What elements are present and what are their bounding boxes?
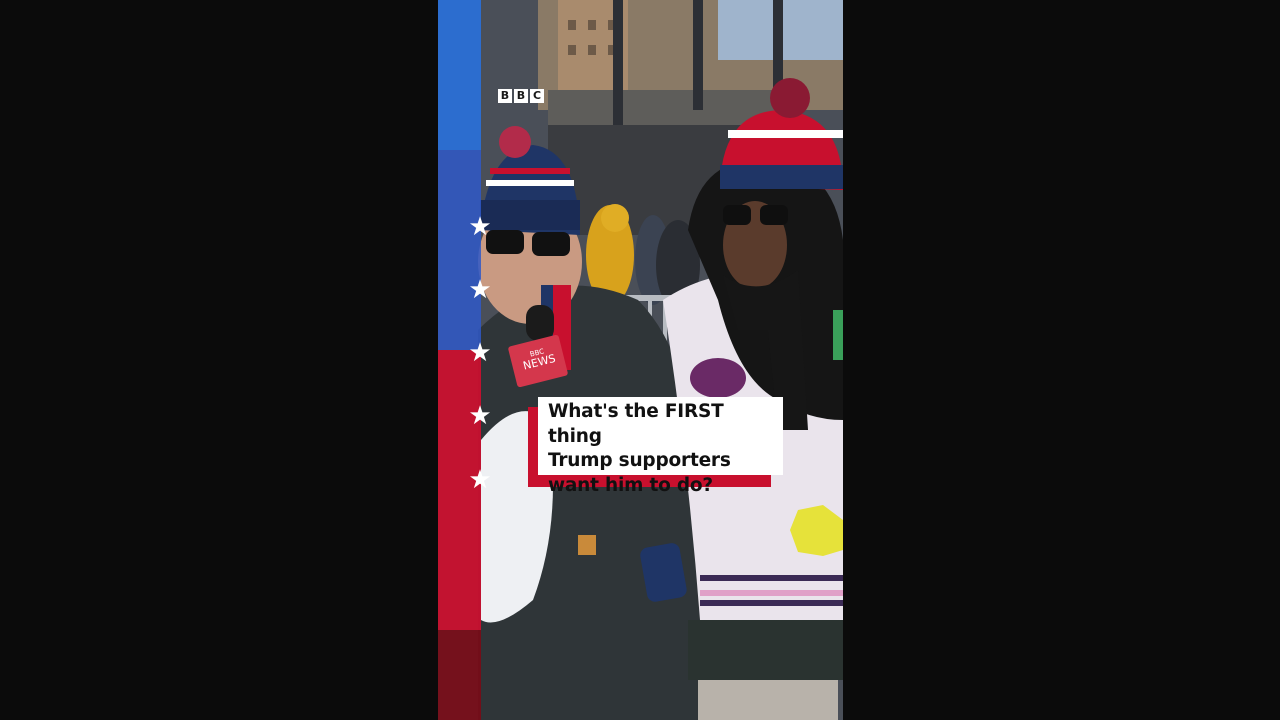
- bbc-logo: B B C: [498, 89, 544, 103]
- caption-panel: What's the FIRST thing Trump supporters …: [538, 397, 783, 496]
- star-icon: ★: [468, 465, 492, 495]
- star-icon: ★: [468, 401, 492, 431]
- caption-line: Trump supporters: [548, 450, 731, 471]
- street-interview-photo: [438, 0, 843, 720]
- bbc-logo-letter: C: [530, 89, 544, 103]
- caption-line: want him to do?: [548, 474, 713, 496]
- star-icon: ★: [468, 275, 492, 305]
- star-icon: ★: [468, 338, 492, 368]
- video-frame[interactable]: ★ ★ ★ ★ ★ B B C BBC NEWS What's the FIRS…: [438, 0, 843, 720]
- caption-line: What's the FIRST thing: [548, 401, 724, 447]
- bbc-logo-letter: B: [498, 89, 512, 103]
- star-icon: ★: [468, 212, 492, 242]
- bbc-logo-letter: B: [514, 89, 528, 103]
- caption-box: What's the FIRST thing Trump supporters …: [528, 397, 783, 496]
- video-player[interactable]: ★ ★ ★ ★ ★ B B C BBC NEWS What's the FIRS…: [0, 0, 1280, 720]
